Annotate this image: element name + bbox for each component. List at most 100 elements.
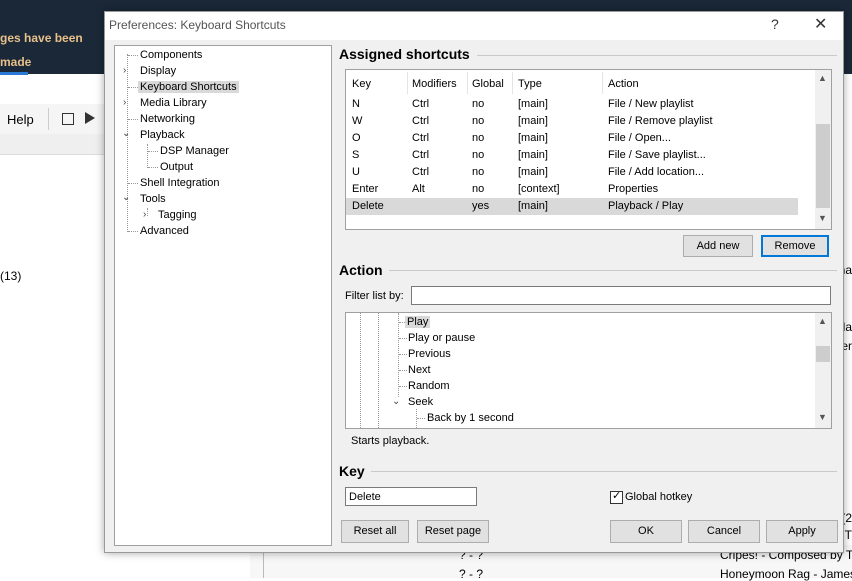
key-title: Key xyxy=(339,463,365,479)
tree-guide-line xyxy=(147,144,148,168)
action-item-random[interactable]: Random xyxy=(408,378,450,394)
play-icon[interactable] xyxy=(85,112,95,124)
filter-input[interactable] xyxy=(411,286,831,305)
tree-guide-line xyxy=(127,54,128,232)
shortcut-row-selected[interactable]: Delete yes [main] Playback / Play xyxy=(346,198,798,215)
background-row-time: ? - ? xyxy=(459,567,484,581)
scroll-down-icon[interactable]: ▼ xyxy=(818,213,827,223)
shortcut-row[interactable]: S Ctrl no [main] File / Save playlist... xyxy=(346,147,798,164)
close-icon[interactable]: ✕ xyxy=(814,14,827,34)
column-header-global[interactable]: Global xyxy=(472,78,504,90)
stop-icon[interactable] xyxy=(62,113,74,125)
column-header-action[interactable]: Action xyxy=(608,78,639,90)
chevron-down-icon[interactable]: ⌄ xyxy=(122,192,130,203)
tree-guide-line xyxy=(128,55,138,56)
ok-button[interactable]: OK xyxy=(610,520,682,543)
column-separator[interactable] xyxy=(467,72,468,94)
shortcuts-scrollbar[interactable]: ▲ ▼ xyxy=(815,70,831,229)
add-new-button[interactable]: Add new xyxy=(683,235,753,257)
action-item-play-or-pause[interactable]: Play or pause xyxy=(408,330,475,346)
checkmark-icon: ✓ xyxy=(612,490,622,502)
shortcut-row[interactable]: U Ctrl no [main] File / Add location... xyxy=(346,164,798,181)
column-header-type[interactable]: Type xyxy=(518,78,542,90)
action-item-previous[interactable]: Previous xyxy=(408,346,451,362)
tree-item-shell-integration[interactable]: Shell Integration xyxy=(140,175,220,191)
action-item-back-by-1-second[interactable]: Back by 1 second xyxy=(427,410,514,426)
scroll-down-icon[interactable]: ▼ xyxy=(818,412,827,422)
preferences-dialog: Preferences: Keyboard Shortcuts ? ✕ Comp… xyxy=(104,11,844,553)
shortcut-row[interactable]: W Ctrl no [main] File / Remove playlist xyxy=(346,113,798,130)
help-icon[interactable]: ? xyxy=(771,16,779,32)
tree-item-components[interactable]: Components xyxy=(140,47,202,63)
tree-guide-line xyxy=(399,338,407,339)
shortcut-row[interactable]: N Ctrl no [main] File / New playlist xyxy=(346,96,798,113)
tree-guide-line xyxy=(417,418,425,419)
action-description: Starts playback. xyxy=(351,435,430,447)
column-header-key[interactable]: Key xyxy=(352,78,371,90)
key-input[interactable] xyxy=(345,487,477,506)
cancel-button[interactable]: Cancel xyxy=(688,520,760,543)
apply-button[interactable]: Apply xyxy=(766,520,838,543)
remove-button[interactable]: Remove xyxy=(761,235,829,257)
scrollbar-thumb[interactable] xyxy=(816,346,830,362)
section-divider xyxy=(477,55,837,56)
scroll-up-icon[interactable]: ▲ xyxy=(818,73,827,83)
tree-guide-line xyxy=(148,167,158,168)
tree-item-tagging[interactable]: Tagging xyxy=(158,207,197,223)
shortcuts-list: Key Modifiers Global Type Action N Ctrl … xyxy=(345,69,832,230)
section-divider xyxy=(371,471,837,472)
tree-item-dsp-manager[interactable]: DSP Manager xyxy=(160,143,229,159)
dialog-titlebar: Preferences: Keyboard Shortcuts ? ✕ xyxy=(105,12,843,40)
tree-guide-line xyxy=(398,313,399,397)
chevron-right-icon[interactable]: › xyxy=(123,97,126,108)
action-item-seek[interactable]: Seek xyxy=(408,394,433,410)
tree-item-tools[interactable]: Tools xyxy=(140,191,166,207)
chevron-down-icon[interactable]: ⌄ xyxy=(122,128,130,139)
scroll-up-icon[interactable]: ▲ xyxy=(818,316,827,326)
action-title: Action xyxy=(339,262,383,278)
background-row-title: Honeymoon Rag - James xyxy=(720,567,852,581)
tree-item-keyboard-shortcuts[interactable]: Keyboard Shortcuts xyxy=(138,79,239,95)
chevron-down-icon[interactable]: ⌄ xyxy=(392,396,400,407)
preferences-tree: Components › Display Keyboard Shortcuts … xyxy=(114,45,332,546)
reset-all-button[interactable]: Reset all xyxy=(341,520,409,543)
action-item-next[interactable]: Next xyxy=(408,362,431,378)
reset-page-button[interactable]: Reset page xyxy=(417,520,489,543)
tree-item-advanced[interactable]: Advanced xyxy=(140,223,189,239)
action-tree: Play Play or pause Previous Next Random … xyxy=(345,312,832,429)
tree-guide-line xyxy=(399,386,407,387)
global-hotkey-label: Global hotkey xyxy=(625,491,693,503)
tree-guide-line xyxy=(128,183,138,184)
tree-guide-line xyxy=(128,231,138,232)
tree-item-networking[interactable]: Networking xyxy=(140,111,195,127)
tree-guide-line xyxy=(148,151,158,152)
assigned-shortcuts-title: Assigned shortcuts xyxy=(339,46,470,62)
chevron-right-icon[interactable]: › xyxy=(123,65,126,76)
shortcuts-list-header: Key Modifiers Global Type Action xyxy=(346,70,816,94)
column-separator[interactable] xyxy=(602,72,603,94)
tree-guide-line xyxy=(128,119,138,120)
tree-item-display[interactable]: Display xyxy=(140,63,176,79)
column-separator[interactable] xyxy=(512,72,513,94)
tree-item-media-library[interactable]: Media Library xyxy=(140,95,207,111)
action-scrollbar[interactable]: ▲ ▼ xyxy=(815,313,831,428)
scrollbar-thumb[interactable] xyxy=(816,124,830,208)
chevron-right-icon[interactable]: › xyxy=(143,209,146,220)
column-header-modifiers[interactable]: Modifiers xyxy=(412,78,457,90)
tree-item-playback[interactable]: Playback xyxy=(140,127,185,143)
action-item-play[interactable]: Play xyxy=(405,314,431,330)
tree-guide-line xyxy=(378,313,379,428)
background-notice: ges have been made xyxy=(0,26,110,69)
global-hotkey-checkbox[interactable]: ✓ xyxy=(610,490,623,504)
tree-guide-line xyxy=(399,354,407,355)
dialog-title: Preferences: Keyboard Shortcuts xyxy=(109,18,286,32)
column-separator[interactable] xyxy=(407,72,408,94)
shortcut-row[interactable]: O Ctrl no [main] File / Open... xyxy=(346,130,798,147)
tree-guide-line xyxy=(360,313,361,428)
tree-guide-line xyxy=(399,370,407,371)
background-count: (13) xyxy=(0,269,22,283)
background-help-menu[interactable]: Help xyxy=(7,112,34,127)
background-toolbar-separator xyxy=(48,108,49,130)
tree-item-output[interactable]: Output xyxy=(160,159,193,175)
shortcut-row[interactable]: Enter Alt no [context] Properties xyxy=(346,181,798,198)
